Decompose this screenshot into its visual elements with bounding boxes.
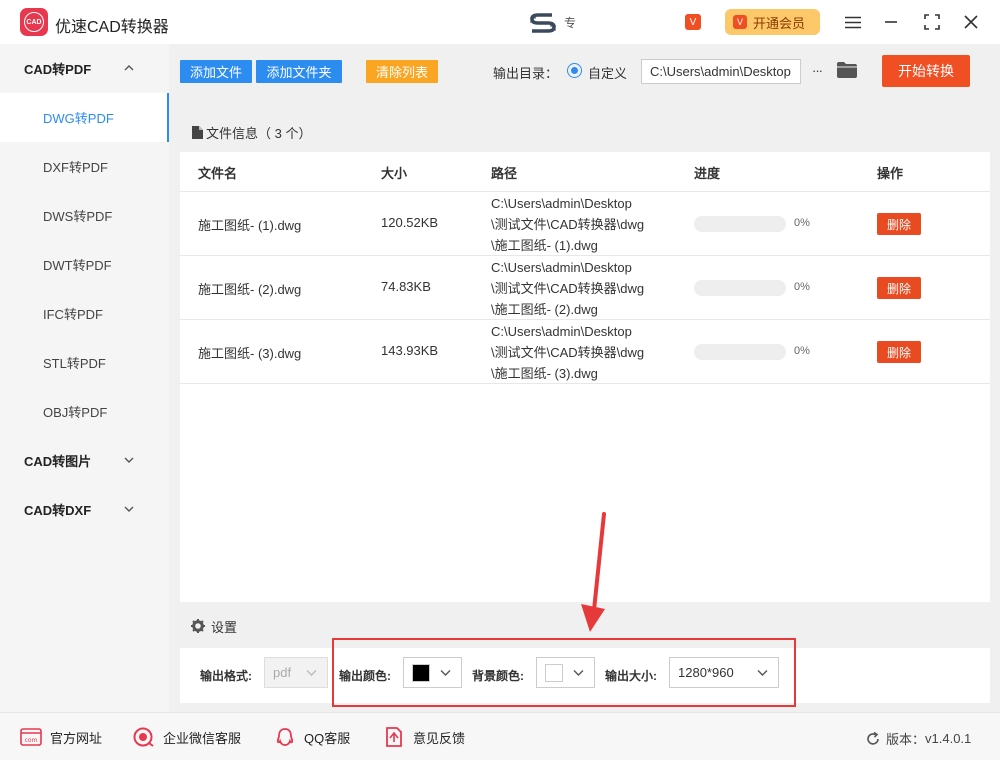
wechat-icon [133,727,155,747]
document-icon [192,125,203,139]
feedback-icon [383,727,405,747]
output-format-select: pdf [264,657,328,688]
start-convert-button[interactable]: 开始转换 [882,55,970,87]
file-list-panel: 文件信息（ 3 个） 文件名 大小 路径 进度 操作 施工图纸- (1).dwg… [180,112,990,602]
close-icon[interactable] [959,10,983,34]
column-header-action: 操作 [877,166,904,181]
column-header-progress: 进度 [694,166,721,181]
sidebar-group-cad-to-dxf[interactable]: CAD转DXF [0,485,169,534]
more-options-button[interactable]: ··· [808,60,826,80]
custom-output-radio[interactable] [567,63,582,78]
background-color-select[interactable] [536,657,595,688]
output-color-select[interactable] [403,657,462,688]
delete-button[interactable]: 删除 [877,341,921,363]
vip-badge-icon[interactable]: V [685,14,701,30]
file-name: 施工图纸- (2).dwg [198,282,302,297]
version-info: 版本： v1.4.0.1 [866,729,971,748]
sidebar-group-cad-to-pdf[interactable]: CAD转PDF [0,44,169,93]
column-header-path: 路径 [491,166,518,181]
sidebar-item-ifc-to-pdf[interactable]: IFC转PDF [0,289,169,338]
file-path: C:\Users\admin\Desktop \测试文件\CAD转换器\dwg … [491,196,645,253]
file-path: C:\Users\admin\Desktop \测试文件\CAD转换器\dwg … [491,324,645,381]
chevron-up-icon [124,65,134,71]
chevron-down-icon [124,506,134,512]
output-color-label: 输出颜色: [339,669,391,683]
sidebar-item-dwt-to-pdf[interactable]: DWT转PDF [0,240,169,289]
table-row: 施工图纸- (3).dwg 143.93KB C:\Users\admin\De… [180,320,990,384]
output-dir-label: 输出目录： [493,66,559,81]
add-file-button[interactable]: 添加文件 [180,60,252,83]
wechat-service-link[interactable]: 企业微信客服 [133,725,241,749]
file-name: 施工图纸- (3).dwg [198,346,302,361]
app-title: 优速CAD转换器 [55,19,169,36]
progress-bar [694,344,786,360]
chevron-down-icon [306,670,317,676]
sidebar-item-dws-to-pdf[interactable]: DWS转PDF [0,191,169,240]
open-vip-button[interactable]: V 开通会员 [725,9,820,35]
table-row: 施工图纸- (2).dwg 74.83KB C:\Users\admin\Des… [180,256,990,320]
qq-icon [274,727,296,747]
menu-icon[interactable] [841,10,865,34]
website-icon: com [20,727,42,747]
footer-bar: com 官方网址 企业微信客服 QQ客服 意见反馈 版本： v1.4.0.1 [0,712,1000,760]
qq-service-link[interactable]: QQ客服 [274,725,350,749]
svg-text:com: com [25,737,38,744]
sidebar-group-cad-to-image[interactable]: CAD转图片 [0,436,169,485]
column-header-name: 文件名 [198,166,238,181]
settings-header: 设置 [180,604,990,648]
sidebar-item-stl-to-pdf[interactable]: STL转PDF [0,338,169,387]
background-swatch [545,663,563,682]
chevron-down-icon [573,670,584,676]
feedback-link[interactable]: 意见反馈 [383,725,465,749]
output-format-label: 输出格式: [200,669,252,683]
file-name: 施工图纸- (1).dwg [198,218,302,233]
tray-label: 专 [564,16,577,30]
folder-icon[interactable] [836,61,858,79]
clear-list-button[interactable]: 清除列表 [366,60,438,83]
gear-icon [191,619,205,633]
brand-s-icon [530,13,556,33]
progress-percent: 0% [794,345,810,357]
file-size: 143.93KB [381,343,439,358]
title-bar: CAD 优速CAD转换器 专 V V 开通会员 [0,0,1000,44]
file-size: 120.52KB [381,215,439,230]
output-size-select[interactable]: 1280*960 [669,657,779,688]
minimize-icon[interactable] [879,10,903,34]
delete-button[interactable]: 删除 [877,213,921,235]
open-vip-label: 开通会员 [753,15,806,31]
maximize-icon[interactable] [920,10,944,34]
sidebar: CAD转PDF DWG转PDF DXF转PDF DWS转PDF DWT转PDF … [0,44,169,712]
custom-output-label[interactable]: 自定义 [588,63,627,82]
file-path: C:\Users\admin\Desktop \测试文件\CAD转换器\dwg … [491,260,645,317]
add-folder-button[interactable]: 添加文件夹 [256,60,342,83]
background-color-label: 背景颜色: [472,669,524,683]
settings-body: 输出格式: pdf 输出颜色: 背景颜色: 输出大小: 1280*960 [180,648,990,703]
file-info-header: 文件信息（ 3 个） [180,112,990,152]
sidebar-item-dxf-to-pdf[interactable]: DXF转PDF [0,142,169,191]
file-size: 74.83KB [381,279,431,294]
radio-selected-dot [571,67,578,74]
column-header-size: 大小 [381,166,408,181]
refresh-icon[interactable] [866,731,880,746]
vip-icon: V [733,15,747,29]
progress-bar [694,216,786,232]
progress-percent: 0% [794,217,810,229]
progress-bar [694,280,786,296]
output-size-label: 输出大小: [605,669,657,683]
sidebar-item-dwg-to-pdf[interactable]: DWG转PDF [0,93,169,142]
output-path-input[interactable] [641,59,801,84]
chevron-down-icon [124,457,134,463]
official-website-link[interactable]: com 官方网址 [20,725,102,749]
sidebar-item-obj-to-pdf[interactable]: OBJ转PDF [0,387,169,436]
chevron-down-icon [440,670,451,676]
delete-button[interactable]: 删除 [877,277,921,299]
chevron-down-icon [757,670,768,676]
color-swatch [412,663,430,682]
app-logo: CAD [20,8,48,36]
table-row: 施工图纸- (1).dwg 120.52KB C:\Users\admin\De… [180,192,990,256]
progress-percent: 0% [794,281,810,293]
version-number: v1.4.0.1 [925,731,972,746]
